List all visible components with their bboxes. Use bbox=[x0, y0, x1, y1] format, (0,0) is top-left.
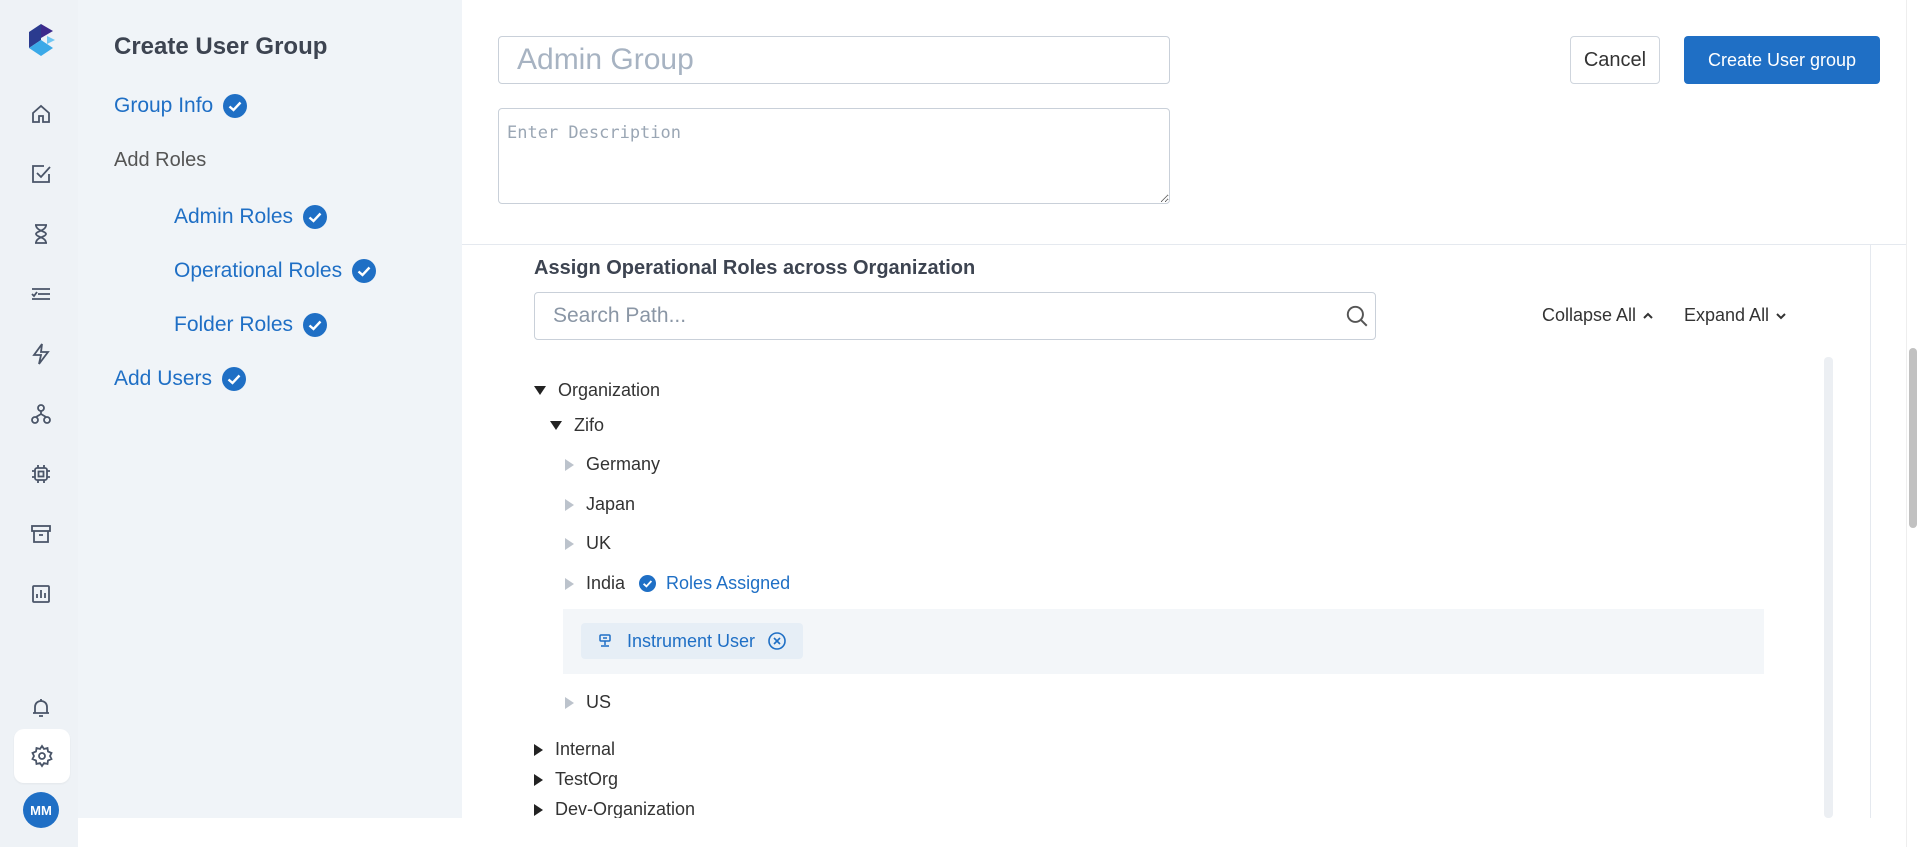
expand-all-button[interactable]: Expand All bbox=[1684, 305, 1788, 326]
hierarchy-icon[interactable] bbox=[25, 398, 57, 430]
icon-rail: MM bbox=[0, 0, 79, 847]
create-user-group-button[interactable]: Create User group bbox=[1684, 36, 1880, 84]
page-title: Create User Group bbox=[114, 33, 328, 60]
tree-scrollbar[interactable] bbox=[1824, 357, 1833, 818]
step-operational-roles[interactable]: Operational Roles bbox=[174, 259, 377, 283]
main-content: Cancel Create User group Assign Operatio… bbox=[462, 0, 1918, 847]
check-circle-icon bbox=[303, 205, 328, 229]
step-group-info[interactable]: Group Info bbox=[114, 94, 248, 118]
caret-right-icon[interactable] bbox=[565, 498, 574, 511]
role-chip-instrument-user: Instrument User bbox=[581, 623, 804, 659]
assigned-roles-row: Instrument User bbox=[563, 609, 1764, 674]
tree-node-testorg[interactable]: TestOrg bbox=[534, 769, 618, 790]
instrument-icon bbox=[599, 634, 611, 647]
tree-node-organization[interactable]: Organization bbox=[534, 380, 660, 401]
page-scrollbar[interactable] bbox=[1906, 0, 1918, 847]
hourglass-icon[interactable] bbox=[25, 218, 57, 250]
group-description-input[interactable] bbox=[498, 108, 1170, 204]
caret-down-icon[interactable] bbox=[534, 386, 546, 395]
home-icon[interactable] bbox=[25, 98, 57, 130]
tree-node-japan[interactable]: Japan bbox=[565, 494, 635, 515]
lightning-icon[interactable] bbox=[25, 338, 57, 370]
collapse-all-button[interactable]: Collapse All bbox=[1542, 305, 1655, 326]
tree-node-zifo[interactable]: Zifo bbox=[550, 415, 604, 436]
scrollbar-thumb[interactable] bbox=[1909, 348, 1917, 528]
section-title: Assign Operational Roles across Organiza… bbox=[534, 257, 976, 279]
wizard-steps-panel: Create User Group Group Info Add Roles A… bbox=[78, 0, 462, 818]
check-circle-icon bbox=[639, 575, 657, 592]
chart-icon[interactable] bbox=[25, 578, 57, 610]
chevron-up-icon bbox=[1643, 312, 1653, 319]
tree-node-us[interactable]: US bbox=[565, 692, 611, 713]
chevron-down-icon bbox=[1776, 312, 1786, 319]
step-add-roles[interactable]: Add Roles bbox=[114, 149, 206, 172]
group-form-header: Cancel Create User group bbox=[462, 0, 1913, 245]
tree-node-dev-organization[interactable]: Dev-Organization bbox=[534, 799, 695, 820]
caret-right-icon[interactable] bbox=[534, 743, 543, 756]
tasks-icon[interactable] bbox=[25, 158, 57, 190]
caret-right-icon[interactable] bbox=[534, 773, 543, 786]
bottom-bar bbox=[78, 818, 1906, 847]
app-logo-icon[interactable] bbox=[25, 22, 57, 58]
list-icon[interactable] bbox=[25, 278, 57, 310]
operational-roles-section: Assign Operational Roles across Organiza… bbox=[498, 245, 1871, 820]
tree-node-internal[interactable]: Internal bbox=[534, 739, 615, 760]
check-circle-icon bbox=[352, 259, 377, 283]
user-avatar[interactable]: MM bbox=[23, 792, 59, 828]
tree-node-germany[interactable]: Germany bbox=[565, 454, 660, 475]
caret-right-icon[interactable] bbox=[534, 803, 543, 816]
settings-button[interactable] bbox=[14, 729, 70, 783]
chip-icon[interactable] bbox=[25, 458, 57, 490]
check-circle-icon bbox=[222, 367, 247, 391]
tree-node-uk[interactable]: UK bbox=[565, 533, 611, 554]
check-circle-icon bbox=[303, 313, 328, 337]
caret-right-icon[interactable] bbox=[565, 458, 574, 471]
gear-icon bbox=[31, 744, 53, 768]
search-path-input[interactable] bbox=[534, 292, 1376, 340]
archive-icon[interactable] bbox=[25, 518, 57, 550]
remove-circle-icon[interactable] bbox=[767, 631, 787, 651]
step-add-users[interactable]: Add Users bbox=[114, 367, 247, 391]
group-name-input[interactable] bbox=[498, 36, 1170, 84]
caret-right-icon[interactable] bbox=[565, 696, 574, 709]
search-icon[interactable] bbox=[1344, 303, 1370, 329]
tree-node-india[interactable]: India Roles Assigned bbox=[565, 573, 790, 594]
check-circle-icon bbox=[223, 94, 248, 118]
caret-right-icon[interactable] bbox=[565, 577, 574, 590]
step-folder-roles[interactable]: Folder Roles bbox=[174, 313, 328, 337]
cancel-button[interactable]: Cancel bbox=[1570, 36, 1660, 84]
caret-down-icon[interactable] bbox=[550, 421, 562, 430]
caret-right-icon[interactable] bbox=[565, 537, 574, 550]
roles-assigned-badge: Roles Assigned bbox=[639, 573, 790, 594]
step-admin-roles[interactable]: Admin Roles bbox=[174, 205, 328, 229]
bell-icon[interactable] bbox=[25, 692, 57, 724]
